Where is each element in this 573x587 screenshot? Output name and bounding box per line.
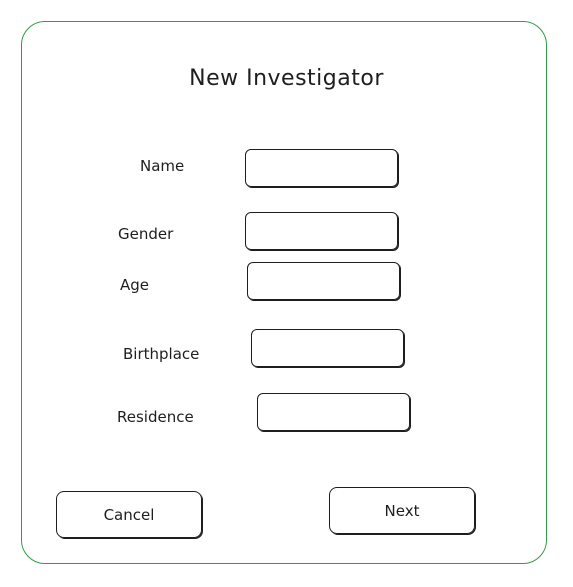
residence-label: Residence (117, 408, 194, 426)
age-label: Age (120, 276, 150, 294)
dialog-title: New Investigator (189, 66, 384, 91)
cancel-button[interactable]: Cancel (56, 491, 202, 538)
residence-input[interactable] (257, 393, 410, 431)
name-label: Name (140, 157, 185, 175)
gender-input[interactable] (245, 212, 398, 250)
next-button[interactable]: Next (329, 487, 475, 534)
gender-label: Gender (118, 225, 174, 243)
birthplace-label: Birthplace (123, 345, 200, 363)
birthplace-input[interactable] (251, 329, 404, 367)
name-input[interactable] (245, 149, 398, 187)
age-input[interactable] (247, 262, 400, 300)
